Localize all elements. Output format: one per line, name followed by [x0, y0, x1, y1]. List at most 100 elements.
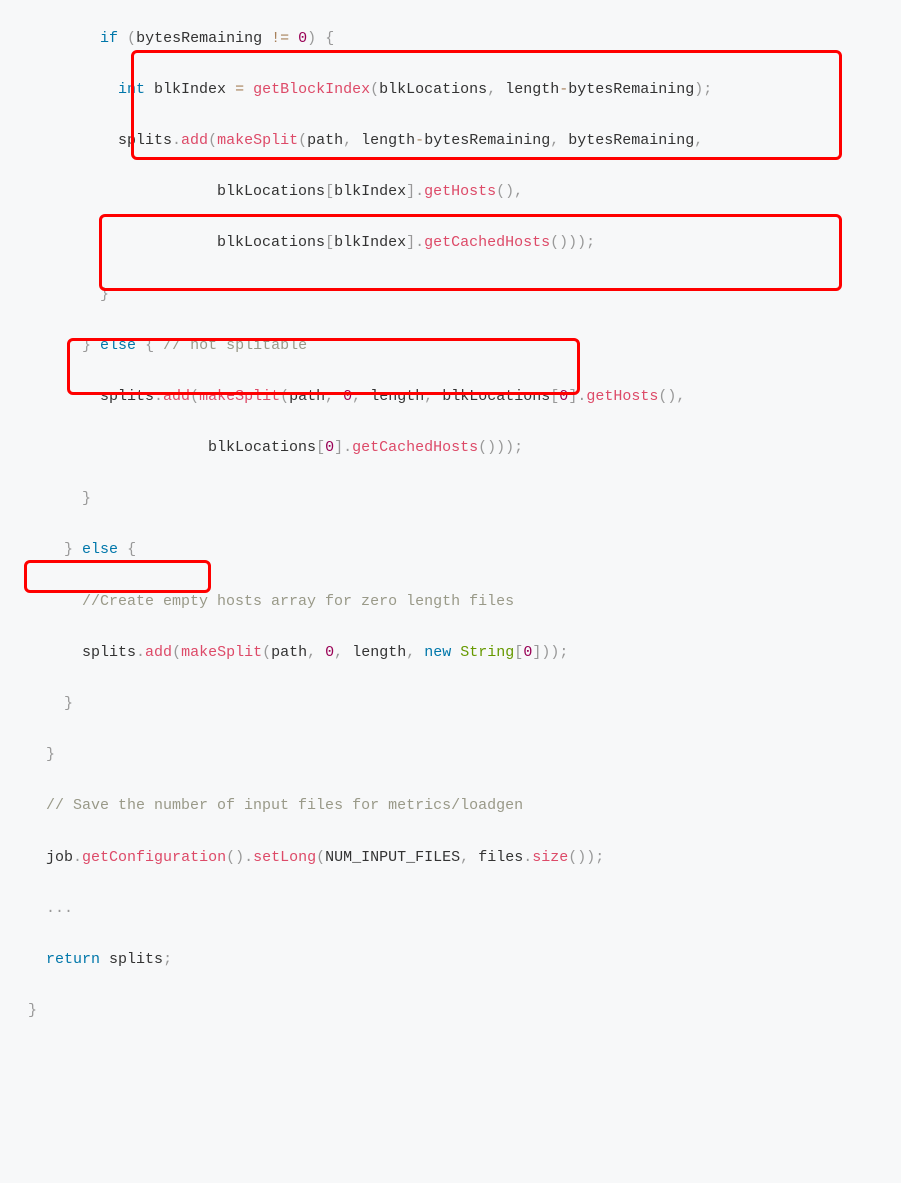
identifier: blkIndex	[334, 234, 406, 251]
bracket: ]));	[532, 644, 568, 661]
number: 0	[343, 388, 352, 405]
identifier: length	[370, 388, 424, 405]
code-line: }	[28, 691, 901, 717]
indent	[28, 286, 100, 303]
indent	[28, 644, 82, 661]
func-call: add	[145, 644, 172, 661]
sp	[118, 30, 127, 47]
identifier: bytesRemaining	[136, 30, 262, 47]
identifier: blkLocations	[217, 234, 325, 251]
identifier: path	[307, 132, 343, 149]
sp	[316, 30, 325, 47]
code-line: splits.add(makeSplit(path, 0, length, ne…	[28, 640, 901, 666]
sp	[136, 337, 145, 354]
brace: }	[46, 746, 55, 763]
identifier: blkLocations	[208, 439, 316, 456]
identifier: bytesRemaining	[424, 132, 550, 149]
code-line: if (bytesRemaining != 0) {	[28, 26, 901, 52]
func-call: getHosts	[586, 388, 658, 405]
paren: (	[316, 849, 325, 866]
dot: .	[523, 849, 532, 866]
comment: // Save the number of input files for me…	[46, 797, 523, 814]
identifier: splits	[100, 388, 154, 405]
paren: (	[298, 132, 307, 149]
brace: }	[28, 1002, 37, 1019]
indent	[28, 183, 217, 200]
paren: (	[370, 81, 379, 98]
bracket: ].	[568, 388, 586, 405]
indent	[28, 81, 118, 98]
indent	[28, 132, 118, 149]
brace: }	[100, 286, 109, 303]
brace: }	[82, 490, 91, 507]
comma: ,	[550, 132, 559, 149]
code-line: job.getConfiguration().setLong(NUM_INPUT…	[28, 845, 901, 871]
paren: (	[208, 132, 217, 149]
identifier: length	[505, 81, 559, 98]
identifier: blkLocations	[442, 388, 550, 405]
identifier: blkIndex	[334, 183, 406, 200]
number: 0	[325, 644, 334, 661]
keyword-else: else	[82, 541, 118, 558]
code-line: blkLocations[blkIndex].getHosts(),	[28, 179, 901, 205]
keyword-new: new	[424, 644, 451, 661]
indent	[28, 797, 46, 814]
func-call: add	[163, 388, 190, 405]
indent	[28, 30, 100, 47]
paren: ()));	[478, 439, 523, 456]
code-line: } else {	[28, 537, 901, 563]
identifier: splits	[82, 644, 136, 661]
number: 0	[298, 30, 307, 47]
sp	[559, 132, 568, 149]
sp	[100, 951, 109, 968]
dot: .	[154, 388, 163, 405]
func-call: add	[181, 132, 208, 149]
comment: //Create empty hosts array for zero leng…	[82, 593, 514, 610]
code-line: ...	[28, 896, 901, 922]
code-line: splits.add(makeSplit(path, 0, length, bl…	[28, 384, 901, 410]
sp	[469, 849, 478, 866]
identifier: path	[289, 388, 325, 405]
indent	[28, 234, 217, 251]
sp	[118, 541, 127, 558]
number: 0	[325, 439, 334, 456]
func-call: getBlockIndex	[253, 81, 370, 98]
brace: {	[145, 337, 154, 354]
op-neq: !=	[271, 30, 289, 47]
op-assign: =	[235, 81, 244, 98]
sp	[496, 81, 505, 98]
identifier: path	[271, 644, 307, 661]
sp	[334, 388, 343, 405]
identifier: length	[361, 132, 415, 149]
sp	[361, 388, 370, 405]
comma: ,	[694, 132, 703, 149]
identifier: bytesRemaining	[568, 132, 694, 149]
identifier: length	[352, 644, 406, 661]
code-line: }	[28, 742, 901, 768]
comma: ,	[343, 132, 352, 149]
paren: (),	[658, 388, 685, 405]
sp	[415, 644, 424, 661]
sp	[289, 30, 298, 47]
func-call: setLong	[253, 849, 316, 866]
brace: }	[82, 337, 91, 354]
sp	[352, 132, 361, 149]
indent	[28, 849, 46, 866]
code-line: splits.add(makeSplit(path, length-bytesR…	[28, 128, 901, 154]
func-call: makeSplit	[181, 644, 262, 661]
comma: ,	[487, 81, 496, 98]
op-minus: -	[559, 81, 568, 98]
comment: // not splitable	[163, 337, 307, 354]
sp	[244, 81, 253, 98]
paren: ()));	[550, 234, 595, 251]
indent	[28, 746, 46, 763]
paren: ().	[226, 849, 253, 866]
paren: (	[172, 644, 181, 661]
dot: .	[136, 644, 145, 661]
paren: (	[127, 30, 136, 47]
brace: {	[325, 30, 334, 47]
comma: ,	[352, 388, 361, 405]
comma: ,	[406, 644, 415, 661]
dot: .	[172, 132, 181, 149]
indent	[28, 490, 82, 507]
